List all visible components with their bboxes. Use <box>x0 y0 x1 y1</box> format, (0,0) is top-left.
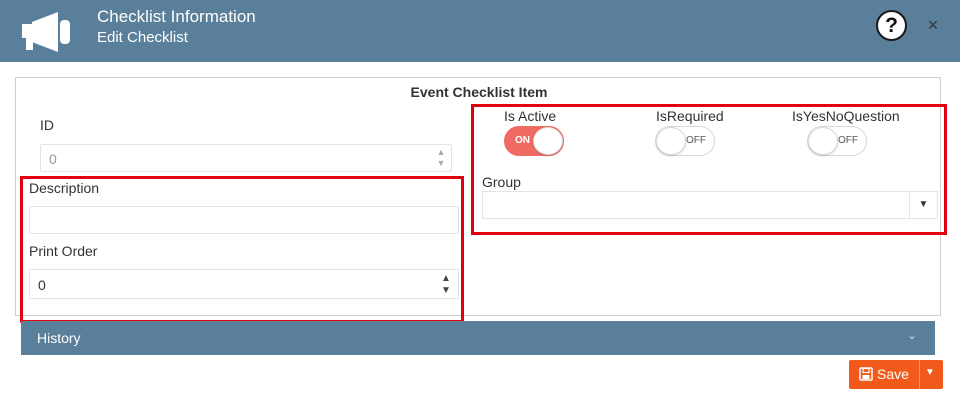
save-divider <box>919 360 920 389</box>
history-label: History <box>37 330 81 346</box>
floppy-disk-icon <box>859 367 873 381</box>
id-stepper: ▲ ▼ <box>433 147 449 171</box>
history-section-header[interactable]: History ⌄ <box>21 321 935 355</box>
help-button[interactable]: ? <box>876 10 907 41</box>
panel-title: Event Checklist Item <box>410 84 548 100</box>
question-circle-icon: ? <box>885 13 898 37</box>
save-button[interactable]: Save ▼ <box>849 360 943 389</box>
megaphone-icon <box>22 12 70 52</box>
close-button[interactable]: × <box>924 12 942 38</box>
highlight-box-right <box>471 104 947 235</box>
chevron-down-icon: ▼ <box>436 158 446 168</box>
chevron-up-icon: ▲ <box>436 147 446 157</box>
highlight-box-left <box>20 176 464 323</box>
close-icon: × <box>927 15 939 35</box>
id-label: ID <box>40 117 54 133</box>
id-field: 0 ▲ ▼ <box>40 144 452 172</box>
save-dropdown-icon[interactable]: ▼ <box>925 367 935 378</box>
checklist-dialog: Checklist Information Edit Checklist ? ×… <box>0 0 960 409</box>
save-label: Save <box>877 366 909 382</box>
dialog-title: Checklist Information <box>97 7 256 26</box>
chevron-down-icon: ⌄ <box>906 328 917 342</box>
dialog-header: Checklist Information Edit Checklist ? × <box>0 0 960 62</box>
id-value: 0 <box>49 151 57 167</box>
dialog-subtitle: Edit Checklist <box>97 29 188 46</box>
